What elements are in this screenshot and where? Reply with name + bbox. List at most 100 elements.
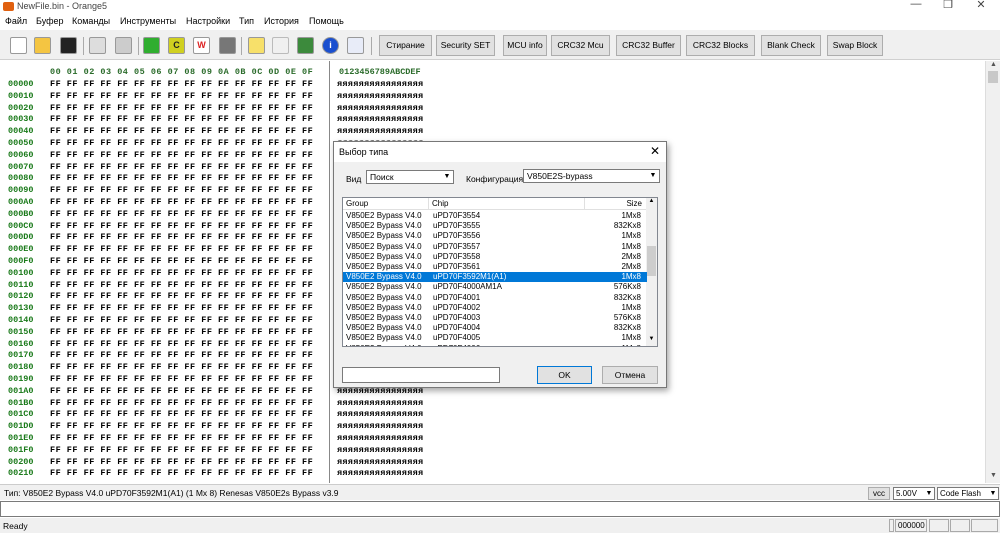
hex-bytes[interactable]: FF FF FF FF FF FF FF FF FF FF FF FF FF F… bbox=[50, 327, 313, 337]
hex-bytes[interactable]: FF FF FF FF FF FF FF FF FF FF FF FF FF F… bbox=[50, 291, 313, 301]
doc-icon[interactable] bbox=[347, 37, 364, 54]
chip-list-row[interactable]: V850E2 Bypass V4.0 uPD70F3561 2Mx8 bbox=[343, 262, 647, 272]
hex-bytes[interactable]: FF FF FF FF FF FF FF FF FF FF FF FF FF F… bbox=[50, 280, 313, 290]
hex-bytes[interactable]: FF FF FF FF FF FF FF FF FF FF FF FF FF F… bbox=[50, 197, 313, 207]
hex-bytes[interactable]: FF FF FF FF FF FF FF FF FF FF FF FF FF F… bbox=[50, 103, 313, 113]
hex-ascii[interactable]: яяяяяяяяяяяяяяяя bbox=[337, 445, 423, 455]
hex-ascii[interactable]: яяяяяяяяяяяяяяяя bbox=[337, 409, 423, 419]
close-button[interactable]: ✕ bbox=[966, 0, 996, 13]
hex-bytes[interactable]: FF FF FF FF FF FF FF FF FF FF FF FF FF F… bbox=[50, 339, 313, 349]
hex-row[interactable]: 001D0 FF FF FF FF FF FF FF FF FF FF FF FF… bbox=[0, 421, 985, 431]
hex-bytes[interactable]: FF FF FF FF FF FF FF FF FF FF FF FF FF F… bbox=[50, 409, 313, 419]
hex-bytes[interactable]: FF FF FF FF FF FF FF FF FF FF FF FF FF F… bbox=[50, 162, 313, 172]
voltage-select[interactable]: 5.00V ▼ bbox=[893, 487, 935, 500]
list-scrollbar[interactable]: ▲ ▼ bbox=[646, 198, 657, 346]
restore-button[interactable]: ❐ bbox=[933, 0, 963, 13]
view-select[interactable]: Поиск ▼ bbox=[366, 170, 454, 184]
hex-row[interactable]: 00030 FF FF FF FF FF FF FF FF FF FF FF FF… bbox=[0, 114, 985, 124]
hex-bytes[interactable]: FF FF FF FF FF FF FF FF FF FF FF FF FF F… bbox=[50, 256, 313, 266]
hex-row[interactable]: 001C0 FF FF FF FF FF FF FF FF FF FF FF FF… bbox=[0, 409, 985, 419]
hex-bytes[interactable]: FF FF FF FF FF FF FF FF FF FF FF FF FF F… bbox=[50, 421, 313, 431]
hex-row[interactable]: 001B0 FF FF FF FF FF FF FF FF FF FF FF FF… bbox=[0, 398, 985, 408]
menu-help[interactable]: Помощь bbox=[309, 16, 344, 26]
scroll-down-icon[interactable]: ▼ bbox=[986, 472, 1000, 482]
crc32-mcu-button[interactable]: CRC32 Mcu bbox=[551, 35, 610, 56]
copy-icon[interactable] bbox=[89, 37, 106, 54]
chip-w-icon[interactable]: W bbox=[193, 37, 210, 54]
command-input[interactable] bbox=[0, 501, 1000, 517]
hex-row[interactable]: 00000 FF FF FF FF FF FF FF FF FF FF FF FF… bbox=[0, 79, 985, 89]
hex-ascii[interactable]: яяяяяяяяяяяяяяяя bbox=[337, 91, 423, 101]
column-header-size[interactable]: Size bbox=[585, 198, 647, 210]
hex-bytes[interactable]: FF FF FF FF FF FF FF FF FF FF FF FF FF F… bbox=[50, 398, 313, 408]
hex-bytes[interactable]: FF FF FF FF FF FF FF FF FF FF FF FF FF F… bbox=[50, 374, 313, 384]
mcu-info-button[interactable]: MCU info bbox=[503, 35, 547, 56]
hex-row[interactable]: 00210 FF FF FF FF FF FF FF FF FF FF FF FF… bbox=[0, 468, 985, 478]
hex-bytes[interactable]: FF FF FF FF FF FF FF FF FF FF FF FF FF F… bbox=[50, 221, 313, 231]
hex-bytes[interactable]: FF FF FF FF FF FF FF FF FF FF FF FF FF F… bbox=[50, 150, 313, 160]
hex-bytes[interactable]: FF FF FF FF FF FF FF FF FF FF FF FF FF F… bbox=[50, 126, 313, 136]
scroll-thumb[interactable] bbox=[988, 71, 998, 83]
hex-row[interactable]: 00040 FF FF FF FF FF FF FF FF FF FF FF FF… bbox=[0, 126, 985, 136]
hex-bytes[interactable]: FF FF FF FF FF FF FF FF FF FF FF FF FF F… bbox=[50, 386, 313, 396]
crc32-blocks-button[interactable]: CRC32 Blocks bbox=[686, 35, 755, 56]
hex-row[interactable]: 00020 FF FF FF FF FF FF FF FF FF FF FF FF… bbox=[0, 103, 985, 113]
chip-list-row[interactable]: V850E2 Bypass V4.0 uPD70F4002 1Mx8 bbox=[343, 303, 647, 313]
hex-bytes[interactable]: FF FF FF FF FF FF FF FF FF FF FF FF FF F… bbox=[50, 468, 313, 478]
hex-bytes[interactable]: FF FF FF FF FF FF FF FF FF FF FF FF FF F… bbox=[50, 445, 313, 455]
hex-row[interactable]: 00010 FF FF FF FF FF FF FF FF FF FF FF FF… bbox=[0, 91, 985, 101]
hex-bytes[interactable]: FF FF FF FF FF FF FF FF FF FF FF FF FF F… bbox=[50, 79, 313, 89]
chip-list-row[interactable]: V850E2 Bypass V4.0 uPD70F3554 1Mx8 bbox=[343, 211, 647, 221]
hex-bytes[interactable]: FF FF FF FF FF FF FF FF FF FF FF FF FF F… bbox=[50, 209, 313, 219]
open-folder-icon[interactable] bbox=[34, 37, 51, 54]
hex-ascii[interactable]: яяяяяяяяяяяяяяяя bbox=[337, 421, 423, 431]
hex-ascii[interactable]: яяяяяяяяяяяяяяяя bbox=[337, 457, 423, 467]
chip-list-row[interactable]: V850E2 Bypass V4.0 uPD70F3558 2Mx8 bbox=[343, 252, 647, 262]
hex-ascii[interactable]: яяяяяяяяяяяяяяяя bbox=[337, 398, 423, 408]
hex-row[interactable]: 00200 FF FF FF FF FF FF FF FF FF FF FF FF… bbox=[0, 457, 985, 467]
vcc-button[interactable]: vcc bbox=[868, 487, 890, 500]
memory-mode-select[interactable]: Code Flash ▼ bbox=[937, 487, 999, 500]
hex-bytes[interactable]: FF FF FF FF FF FF FF FF FF FF FF FF FF F… bbox=[50, 315, 313, 325]
save-icon[interactable] bbox=[60, 37, 77, 54]
chip-list-row[interactable]: V850E2 Bypass V4.0 uPD70F4005 1Mx8 bbox=[343, 333, 647, 343]
equalizer-icon[interactable] bbox=[272, 37, 289, 54]
hex-bytes[interactable]: FF FF FF FF FF FF FF FF FF FF FF FF FF F… bbox=[50, 457, 313, 467]
chip-list-row[interactable]: V850E2 Bypass V4.0 uPD70F3592M1(A1) 1Mx8 bbox=[343, 272, 647, 283]
blank-check-button[interactable]: Blank Check bbox=[761, 35, 821, 56]
hex-bytes[interactable]: FF FF FF FF FF FF FF FF FF FF FF FF FF F… bbox=[50, 138, 313, 148]
hex-ascii[interactable]: яяяяяяяяяяяяяяяя bbox=[337, 79, 423, 89]
swap-block-button[interactable]: Swap Block bbox=[827, 35, 883, 56]
hex-bytes[interactable]: FF FF FF FF FF FF FF FF FF FF FF FF FF F… bbox=[50, 268, 313, 278]
chip-list-row[interactable]: V850E2 Bypass V4.0 uPD70F3556 1Mx8 bbox=[343, 231, 647, 241]
hex-bytes[interactable]: FF FF FF FF FF FF FF FF FF FF FF FF FF F… bbox=[50, 350, 313, 360]
hex-bytes[interactable]: FF FF FF FF FF FF FF FF FF FF FF FF FF F… bbox=[50, 244, 313, 254]
chip-gray-icon[interactable] bbox=[219, 37, 236, 54]
minimize-button[interactable]: — bbox=[901, 0, 931, 13]
cancel-button[interactable]: Отмена bbox=[602, 366, 658, 384]
paste-icon[interactable] bbox=[115, 37, 132, 54]
search-input[interactable] bbox=[342, 367, 500, 383]
close-icon[interactable]: ✕ bbox=[650, 144, 660, 158]
chip-list-row[interactable]: V850E2 Bypass V4.0 uPD70F4001 832Kx8 bbox=[343, 293, 647, 303]
chip-c-icon[interactable]: C bbox=[168, 37, 185, 54]
menu-commands[interactable]: Команды bbox=[72, 16, 110, 26]
chip-green-icon[interactable] bbox=[143, 37, 160, 54]
menu-settings[interactable]: Настройки bbox=[186, 16, 230, 26]
new-file-icon[interactable] bbox=[10, 37, 27, 54]
hex-bytes[interactable]: FF FF FF FF FF FF FF FF FF FF FF FF FF F… bbox=[50, 185, 313, 195]
hex-ascii[interactable]: яяяяяяяяяяяяяяяя bbox=[337, 126, 423, 136]
hex-row[interactable]: 001E0 FF FF FF FF FF FF FF FF FF FF FF FF… bbox=[0, 433, 985, 443]
security-set-button[interactable]: Security SET bbox=[436, 35, 495, 56]
erase-button[interactable]: Стирание bbox=[379, 35, 432, 56]
chevron-down-icon[interactable]: ▼ bbox=[646, 336, 657, 346]
hex-bytes[interactable]: FF FF FF FF FF FF FF FF FF FF FF FF FF F… bbox=[50, 91, 313, 101]
menu-type[interactable]: Тип bbox=[239, 16, 254, 26]
info-icon[interactable]: i bbox=[322, 37, 339, 54]
menu-buffer[interactable]: Буфер bbox=[36, 16, 64, 26]
column-header-group[interactable]: Group bbox=[343, 198, 429, 210]
hex-ascii[interactable]: яяяяяяяяяяяяяяяя bbox=[337, 103, 423, 113]
progress-icon[interactable] bbox=[297, 37, 314, 54]
hex-bytes[interactable]: FF FF FF FF FF FF FF FF FF FF FF FF FF F… bbox=[50, 114, 313, 124]
hex-ascii[interactable]: яяяяяяяяяяяяяяяя bbox=[337, 468, 423, 478]
